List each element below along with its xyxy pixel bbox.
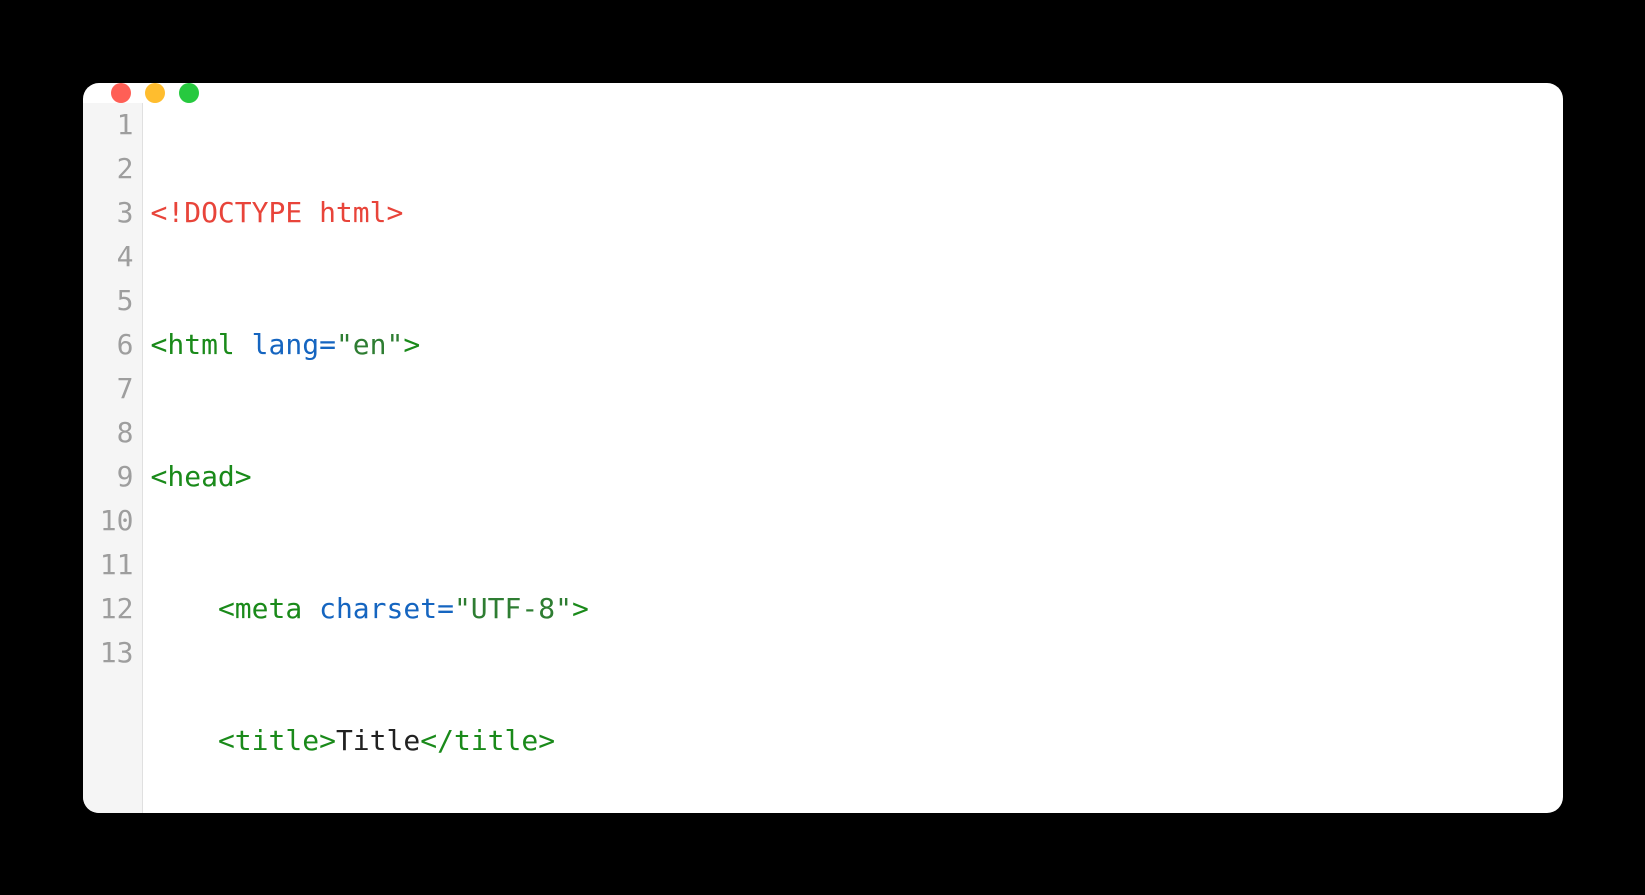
line-number-gutter: 1 2 3 4 5 6 7 8 9 10 11 12 13 [83,103,143,813]
code-line: <head> [151,455,1563,499]
tag-token: > [572,592,589,625]
line-number: 1 [83,103,134,147]
maximize-icon[interactable] [179,83,199,103]
line-number: 5 [83,279,134,323]
code-editor[interactable]: 1 2 3 4 5 6 7 8 9 10 11 12 13 <!DOCTYPE … [83,103,1563,813]
minimize-icon[interactable] [145,83,165,103]
attr-name-token: charset= [319,592,454,625]
line-number: 2 [83,147,134,191]
code-line: <meta charset="UTF-8"> [151,587,1563,631]
editor-window: 1 2 3 4 5 6 7 8 9 10 11 12 13 <!DOCTYPE … [83,83,1563,813]
line-number: 10 [83,499,134,543]
tag-token: </title> [420,724,555,757]
code-line: <title>Title</title> [151,719,1563,763]
tag-token: > [403,328,420,361]
code-line: <!DOCTYPE html> [151,191,1563,235]
attr-name-token: lang= [252,328,336,361]
doctype-token: <!DOCTYPE html> [151,196,404,229]
tag-token: <title> [218,724,336,757]
attr-value-token: "en" [336,328,403,361]
window-titlebar [83,83,1563,103]
line-number: 4 [83,235,134,279]
line-number: 11 [83,543,134,587]
code-line: <html lang="en"> [151,323,1563,367]
line-number: 12 [83,587,134,631]
code-content[interactable]: <!DOCTYPE html> <html lang="en"> <head> … [143,103,1563,813]
tag-token: <meta [218,592,302,625]
line-number: 6 [83,323,134,367]
tag-token: <html [151,328,235,361]
line-number: 9 [83,455,134,499]
close-icon[interactable] [111,83,131,103]
attr-value-token: "UTF-8" [454,592,572,625]
text-token: Title [336,724,420,757]
line-number: 7 [83,367,134,411]
line-number: 3 [83,191,134,235]
line-number: 8 [83,411,134,455]
line-number: 13 [83,631,134,675]
tag-token: <head> [151,460,252,493]
